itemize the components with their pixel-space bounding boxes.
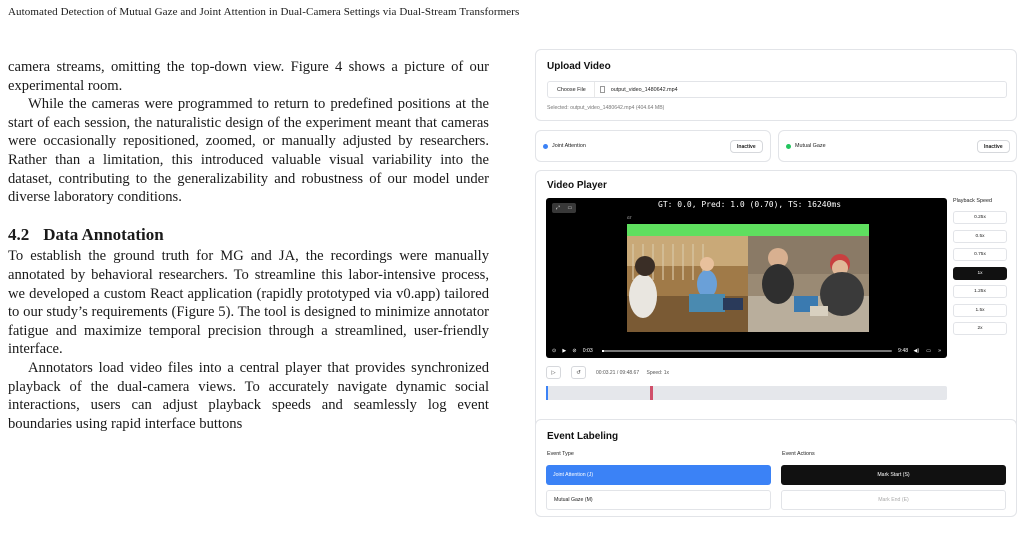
expand-icon[interactable]: ⤢ [556,205,560,211]
time-info: 00:03.21 / 09:48.67 Speed: 1x [596,370,669,376]
current-time: 0:03 [582,348,593,354]
ground-truth-bar [627,224,869,236]
paragraph-ground-truth: To establish the ground truth for MG and… [8,248,489,358]
mutual-gaze-status-card: Mutual Gaze Inactive [778,130,1017,162]
camera-right-scene-icon [748,236,869,332]
play-icon[interactable]: ▶ [562,348,566,354]
timeline-marker-event [650,386,653,400]
video-controls-right: ◀) ▭ » [913,348,941,354]
file-name: output_video_1480642.mp4 [610,86,678,93]
video-viewport[interactable]: ⤢ ▭ GT: 0.0, Pred: 1.0 (0.70), TS: 16240… [546,198,947,358]
video-player-title: Video Player [547,180,607,191]
event-labeling-card: Event Labeling Event Type Event Actions … [535,419,1017,517]
running-header: Automated Detection of Mutual Gaze and J… [8,6,520,18]
selected-file-text: Selected: output_video_1480642.mp4 (404.… [547,105,665,111]
event-labeling-title: Event Labeling [547,431,619,442]
speed-option-0_75x[interactable]: 0.75x [953,248,1007,261]
reset-icon: ↺ [576,369,581,376]
event-type-mutual-gaze[interactable]: Mutual Gaze (M) [546,490,771,510]
speed-option-2x[interactable]: 2x [953,322,1007,335]
event-type-label: Event Type [547,451,574,457]
camera-left-scene-icon [627,236,748,332]
camera-view-left [627,236,748,332]
time-info-position: 00:03.21 / 09:48.67 [596,370,640,376]
paragraph-camera-positions: While the cameras were programmed to ret… [8,96,489,206]
more-icon[interactable]: » [938,348,941,354]
speed-option-1_5x[interactable]: 1.5x [953,303,1007,317]
speed-option-0_5x[interactable]: 0.5x [953,229,1007,243]
upload-video-card: Upload Video Choose File output_video_14… [535,49,1017,121]
mark-start-button[interactable]: Mark Start (S) [781,465,1006,485]
speed-option-0_25x[interactable]: 0.25x [953,211,1007,224]
skip-icon[interactable]: ⊘ [572,348,576,354]
rewind-icon[interactable]: ⊙ [552,348,556,354]
joint-attention-status-badge: Inactive [730,140,763,153]
event-timeline[interactable] [546,386,947,400]
time-info-speed: Speed: 1x [646,370,670,376]
mark-end-button[interactable]: Mark End (E) [781,490,1006,510]
video-controls: ⊙ ▶ ⊘ 0:03 9:48 ◀) ▭ » [546,344,947,358]
total-time: 9:48 [898,348,909,354]
play-button[interactable]: ▷ [546,366,561,379]
video-player-card: Video Player ⤢ ▭ GT: 0.0, Pred: 1.0 (0.7… [535,170,1017,454]
video-top-controls[interactable]: ⤢ ▭ [552,203,576,213]
section-number: 4.2 [8,224,30,244]
play-outline-icon: ▷ [551,369,556,376]
seek-bar[interactable] [602,350,892,352]
paragraph-annotators: Annotators load video files into a centr… [8,359,489,432]
upload-video-title: Upload Video [547,61,611,72]
seek-bar-fill [602,350,604,352]
volume-icon[interactable]: ◀) [913,348,919,354]
file-input[interactable]: Choose File output_video_1480642.mp4 [547,81,1007,98]
mutual-gaze-dot-icon [786,144,791,149]
cast-icon[interactable]: ▭ [926,348,931,354]
body-text-column: camera streams, omitting the top-down vi… [8,58,489,433]
event-actions-label: Event Actions [782,451,815,457]
joint-attention-status-card: Joint Attention Inactive [535,130,771,162]
prediction-overlay: GT: 0.0, Pred: 1.0 (0.70), TS: 16240ms [658,200,842,209]
event-type-joint-attention[interactable]: Joint Attention (J) [546,465,771,485]
playback-speed-title: Playback Speed [953,198,992,204]
paragraph-camera-streams: camera streams, omitting the top-down vi… [8,59,489,94]
timeline-marker-start [546,386,548,400]
mutual-gaze-label: Mutual Gaze [795,143,826,149]
choose-file-button[interactable]: Choose File [548,82,595,97]
joint-attention-dot-icon [543,144,548,149]
mutual-gaze-status-badge: Inactive [977,140,1010,153]
joint-attention-label: Joint Attention [552,143,586,149]
gt-bar-label: GT [627,216,632,220]
speed-option-1x[interactable]: 1x [953,266,1007,280]
speed-option-1_25x[interactable]: 1.25x [953,285,1007,298]
pip-icon[interactable]: ▭ [567,205,572,211]
section-title: Data Annotation [43,224,164,244]
reset-button[interactable]: ↺ [571,366,586,379]
section-heading: 4.2 Data Annotation [8,224,489,245]
camera-view-right [748,236,869,332]
